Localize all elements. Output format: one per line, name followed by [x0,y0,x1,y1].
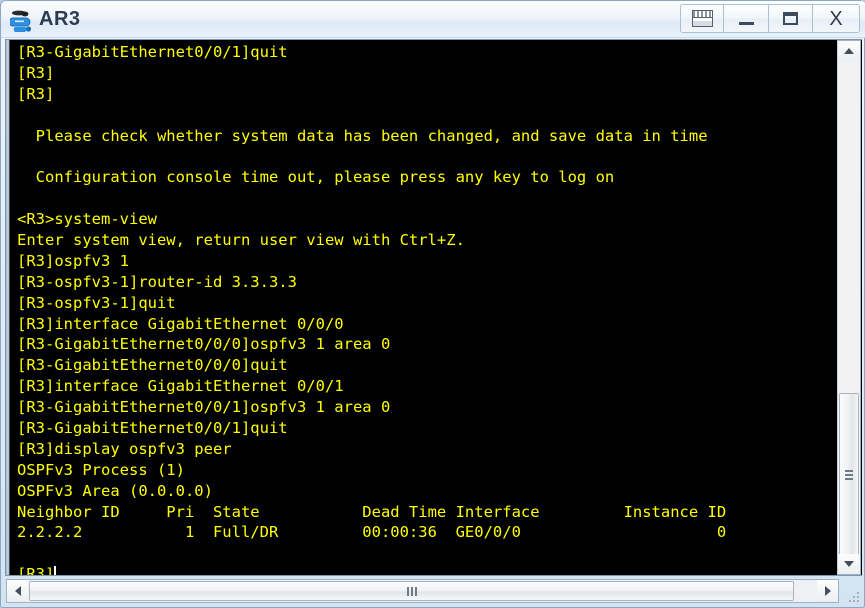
terminal-line: Please check whether system data has bee… [17,126,708,145]
terminal-line: OSPFv3 Area (0.0.0.0) [17,481,213,500]
terminal-line: [R3-GigabitEthernet0/0/1]ospfv3 1 area 0 [17,398,391,417]
minimize-button[interactable] [723,4,769,33]
terminal-line: Configuration console time out, please p… [17,168,615,187]
close-icon: X [829,7,843,30]
terminal-window: AR3 X [R3-GigabitEthernet0/0/1]quit [R3][… [0,0,865,608]
terminal-line: <R3>system-view [17,210,157,229]
horizontal-scrollbar[interactable] [6,579,839,603]
terminal-line: Neighbor ID Pri State Dead Time Interfac… [17,502,727,521]
vertical-scroll-thumb[interactable] [839,393,859,556]
terminal-line: [R3-ospfv3-1]router-id 3.3.3.3 [17,272,297,291]
router-icon [8,7,36,33]
scroll-thumb-grip-h [406,587,417,596]
title-bar[interactable]: AR3 X [1,1,865,38]
horizontal-scroll-thumb[interactable] [29,581,794,601]
terminal-line: [R3] [17,564,726,575]
terminal-line: Enter system view, return user view with… [17,231,465,250]
terminal-line: [R3]ospfv3 1 [17,251,129,270]
terminal-area[interactable]: [R3-GigabitEthernet0/0/1]quit [R3] [R3] Pl… [5,39,862,576]
maximize-icon [783,12,798,25]
vertical-scrollbar[interactable] [837,40,861,575]
maximize-button[interactable] [768,4,813,33]
terminal-line: [R3] [17,84,55,103]
terminal-line: [R3]interface GigabitEthernet 0/0/1 [17,377,344,396]
scroll-down-icon[interactable] [838,554,860,574]
terminal-cursor [54,566,57,575]
terminal-screen[interactable]: [R3-GigabitEthernet0/0/1]quit [R3] [R3] Pl… [11,40,837,575]
terminal-line: [R3-ospfv3-1]quit [17,293,176,312]
terminal-line: [R3-GigabitEthernet0/0/0]quit [17,356,288,375]
terminal-line: 2.2.2.2 1 Full/DR 00:00:36 GE0/0/0 0 [17,523,727,542]
terminal-text: [R3-GigabitEthernet0/0/1]quit [R3] [R3] Pl… [17,42,726,575]
scroll-up-icon[interactable] [838,41,860,61]
minimize-icon [738,21,754,25]
terminal-line: [R3]interface GigabitEthernet 0/0/0 [17,314,344,333]
terminal-line: [R3]display ospfv3 peer [17,439,232,458]
terminal-line: [R3] [17,63,55,82]
scroll-left-icon[interactable] [7,580,28,602]
terminal-line: OSPFv3 Process (1) [17,460,185,479]
terminal-line: [R3-GigabitEthernet0/0/1]quit [17,419,288,438]
resize-grip[interactable] [847,590,861,604]
toolbar-button[interactable] [680,4,724,33]
toolbar-icon [691,10,713,27]
terminal-line: [R3-GigabitEthernet0/0/0]ospfv3 1 area 0 [17,335,391,354]
terminal-line: [R3-GigabitEthernet0/0/1]quit [17,43,288,61]
terminal-inner-bevel [6,40,10,575]
scroll-right-icon[interactable] [817,580,838,602]
close-button[interactable]: X [812,4,860,33]
window-title: AR3 [39,8,81,30]
scroll-thumb-grip [845,469,853,480]
